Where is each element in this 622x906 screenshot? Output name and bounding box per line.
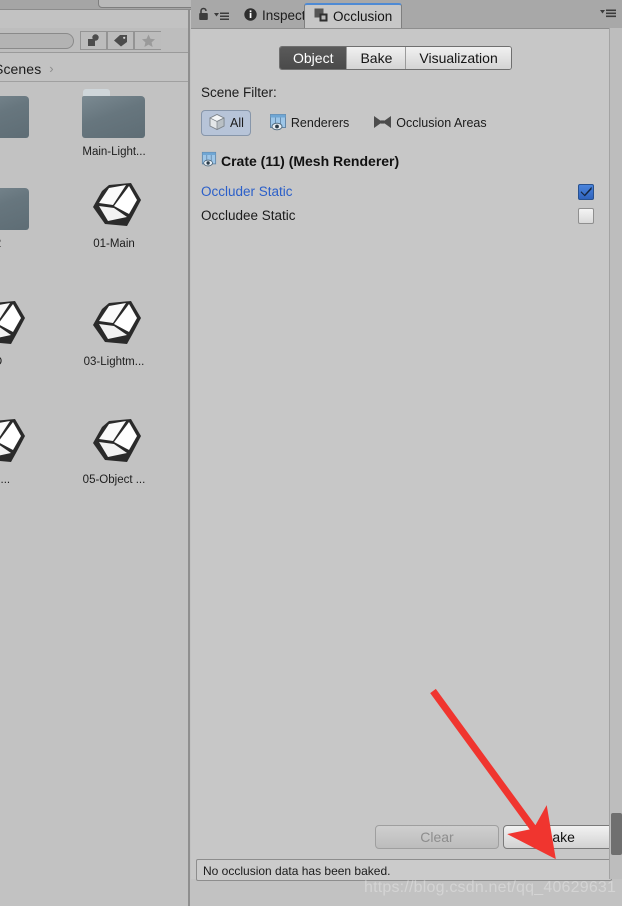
vertical-scrollbar[interactable] [609,28,622,879]
info-icon [244,7,257,24]
favorites-star-icon[interactable] [134,31,161,50]
filter-option-label: All [230,116,244,130]
tab-label: Occlusion [333,9,393,24]
folder-icon [66,84,162,144]
filter-option-occlusion-areas[interactable]: Occlusion Areas [367,110,492,136]
scene-filter-label: Scene Filter: [201,85,277,100]
unity-scene-icon [66,176,162,236]
inspector-panel: Inspector Occlusion Object Bake Visualiz… [191,0,622,906]
type-filter-icon[interactable] [80,31,107,50]
breadcrumb[interactable]: Scenes › [0,56,190,82]
asset-label: 05-Object ... [82,474,146,486]
mesh-renderer-icon [201,151,217,170]
asset-item[interactable]: D [0,294,46,368]
asset-grid: i Main-Light... 2 [0,84,190,784]
selected-object-title: Crate (11) (Mesh Renderer) [221,152,400,169]
asset-item[interactable]: 2 [0,176,46,250]
scene-filter-options: All Renderers Occlusion Areas [201,110,493,136]
asset-label: Main-Light... [82,146,146,158]
occlusion-panel-body: Object Bake Visualization Scene Filter: [191,28,622,881]
property-row-occludee-static: Occludee Static [201,205,594,226]
breadcrumb-label[interactable]: Scenes [0,61,41,77]
status-message: No occlusion data has been baked. [203,864,391,878]
asset-label: 01-Main [93,238,135,250]
panel-menu-icon[interactable] [214,8,229,26]
asset-item[interactable]: Main-Light... [66,84,162,158]
lock-icon[interactable] [198,7,209,26]
occlusion-area-icon [373,113,392,134]
label-filter-icon[interactable] [107,31,134,50]
asset-item[interactable]: nC... [0,412,46,486]
tab-object[interactable]: Object [280,47,348,69]
unity-scene-icon [0,412,46,472]
lock-and-menu [198,7,229,26]
asset-label: i [0,146,46,158]
filter-option-renderers[interactable]: Renderers [263,110,355,136]
cube-icon [208,113,226,134]
asset-item[interactable]: 01-Main [66,176,162,250]
asset-item[interactable]: i [0,84,46,158]
folder-icon [0,176,46,236]
inspector-tabbar: Inspector Occlusion [191,0,622,28]
filter-option-label: Occlusion Areas [396,116,487,130]
occlusion-action-buttons: Clear Bake [191,825,622,849]
tab-visualization[interactable]: Visualization [406,47,511,69]
clear-button[interactable]: Clear [375,825,499,849]
unity-editor-screenshot: Scenes › i Main-Light... [0,0,622,906]
filter-option-all[interactable]: All [201,110,251,136]
bake-button[interactable]: Bake [503,825,615,849]
asset-label: 03-Lightm... [83,356,145,368]
scrollbar-thumb[interactable] [611,813,622,855]
folder-icon [0,84,46,144]
project-browser-panel: Scenes › i Main-Light... [0,10,190,906]
search-input[interactable] [0,33,74,49]
status-box: No occlusion data has been baked. [196,859,612,881]
renderers-icon [269,113,287,134]
property-label[interactable]: Occludee Static [201,208,296,223]
project-toolbar [0,28,190,53]
occlusion-mode-tabs: Object Bake Visualization [279,46,512,70]
panel-options-icon[interactable] [600,8,616,18]
occludee-static-checkbox[interactable] [578,207,594,224]
asset-item[interactable]: 03-Lightm... [66,294,162,368]
occluder-static-checkbox[interactable] [578,183,594,200]
asset-label: 2 [0,238,46,250]
panel-divider[interactable] [188,10,190,906]
selected-object-header: Crate (11) (Mesh Renderer) [201,151,399,170]
chevron-right-icon: › [49,61,54,76]
filter-option-label: Renderers [290,116,350,130]
tab-bake[interactable]: Bake [347,47,407,69]
unity-scene-icon [66,294,162,354]
asset-item[interactable]: 05-Object ... [66,412,162,486]
tab-occlusion[interactable]: Occlusion [304,3,403,28]
unity-scene-icon [66,412,162,472]
property-label[interactable]: Occluder Static [201,184,293,199]
unity-scene-icon [0,294,46,354]
asset-label: nC... [0,474,11,486]
occlusion-icon [314,8,328,25]
asset-label: D [0,356,46,368]
property-row-occluder-static: Occluder Static [201,181,594,202]
